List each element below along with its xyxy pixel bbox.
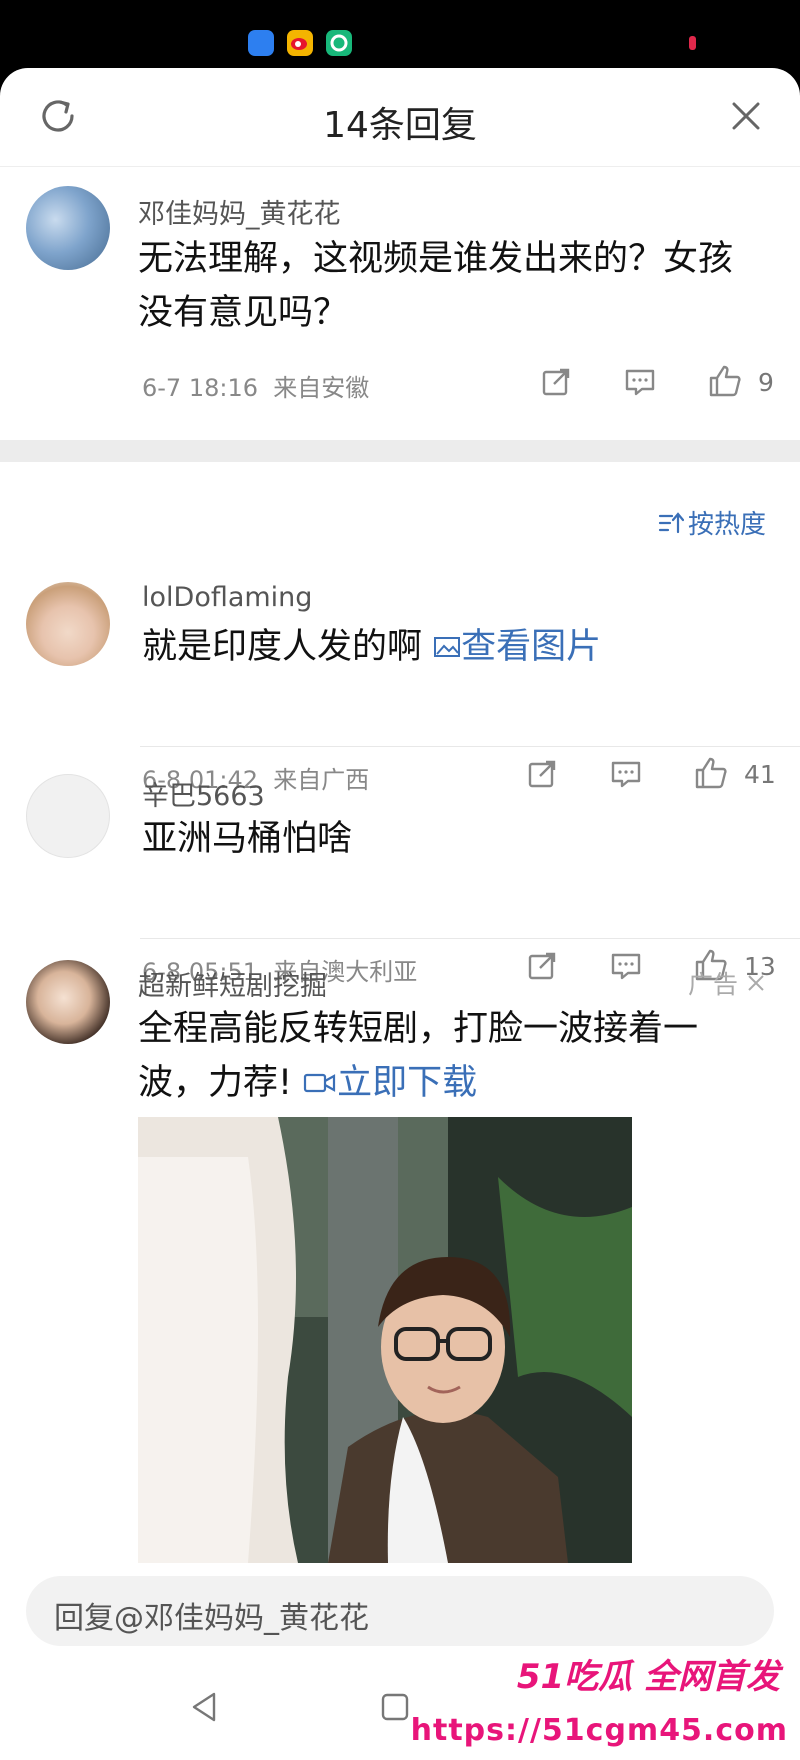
ad-video-thumbnail[interactable] bbox=[138, 1117, 632, 1563]
avatar[interactable] bbox=[26, 774, 110, 858]
close-icon[interactable] bbox=[726, 96, 766, 136]
reply-icon[interactable] bbox=[610, 950, 642, 982]
sort-label: 按热度 bbox=[687, 510, 766, 540]
divider bbox=[140, 746, 800, 747]
reply-location: 来自广西 bbox=[273, 766, 370, 794]
download-link[interactable]: 立即下载 bbox=[303, 1063, 477, 1103]
comment-meta: 6-7 18:16 来自安徽 bbox=[142, 368, 369, 403]
avatar[interactable] bbox=[26, 186, 110, 270]
app-icon-weibo bbox=[287, 30, 313, 56]
close-icon[interactable] bbox=[746, 973, 766, 993]
reply-input[interactable]: 回复@邓佳妈妈_黄花花 bbox=[26, 1576, 774, 1646]
avatar[interactable] bbox=[26, 582, 110, 666]
status-bar bbox=[0, 0, 800, 70]
view-image-link[interactable]: 查看图片 bbox=[433, 627, 601, 667]
watermark-title: 51吃瓜 全网首发 bbox=[516, 1657, 780, 1697]
reply-content: 就是印度人发的啊 bbox=[142, 627, 423, 667]
download-label: 立即下载 bbox=[337, 1063, 478, 1103]
comment-text: 无法理解，这视频是谁发出来的？女孩没有意见吗？ bbox=[138, 239, 734, 333]
app-icon-files bbox=[248, 30, 274, 56]
reply-username[interactable]: 辛巴5663 bbox=[142, 774, 265, 813]
comment-date: 6-7 18:16 bbox=[142, 374, 258, 402]
reply-input-placeholder: 回复@邓佳妈妈_黄花花 bbox=[54, 1601, 369, 1636]
reply-text: 亚洲马桶怕啥 bbox=[142, 819, 353, 859]
app-icon-circle bbox=[326, 30, 352, 56]
share-icon[interactable] bbox=[526, 950, 558, 982]
ad-tag[interactable]: 广告 bbox=[688, 965, 766, 1001]
system-navigation-bar: 51吃瓜 全网首发 https://51cgm45.com bbox=[0, 1657, 800, 1760]
video-icon bbox=[304, 1073, 336, 1093]
share-icon[interactable] bbox=[526, 758, 558, 790]
page-title: 14条回复 bbox=[323, 105, 477, 146]
comment-location: 来自安徽 bbox=[273, 374, 370, 402]
like-icon[interactable] bbox=[708, 364, 742, 398]
sort-by-hot-button[interactable]: 按热度 bbox=[658, 504, 766, 541]
ad-label: 广告 bbox=[687, 970, 738, 999]
like-icon[interactable] bbox=[694, 756, 728, 790]
home-icon[interactable] bbox=[378, 1690, 412, 1724]
reply-text: 就是印度人发的啊 查看图片 bbox=[142, 620, 601, 674]
reply-icon[interactable] bbox=[610, 758, 642, 790]
watermark-url: https://51cgm45.com bbox=[410, 1713, 788, 1748]
back-icon[interactable] bbox=[188, 1690, 222, 1724]
like-count: 41 bbox=[744, 760, 776, 789]
share-icon[interactable] bbox=[540, 366, 572, 398]
divider bbox=[140, 938, 800, 939]
image-icon bbox=[434, 637, 461, 657]
comment-username[interactable]: 邓佳妈妈_黄花花 bbox=[138, 192, 341, 231]
replies-sheet: 14条回复 邓佳妈妈_黄花花 无法理解，这视频是谁发出来的？女孩没有意见吗？ 6… bbox=[0, 68, 800, 1760]
reply-username[interactable]: lolDoflaming bbox=[142, 582, 312, 613]
sort-icon bbox=[658, 511, 684, 533]
ad-text: 全程高能反转短剧，打脸一波接着一波，力荐! 立即下载 bbox=[138, 1002, 758, 1110]
view-image-label: 查看图片 bbox=[461, 627, 602, 667]
avatar[interactable] bbox=[26, 960, 110, 1044]
reply-icon[interactable] bbox=[624, 366, 656, 398]
recording-indicator bbox=[689, 36, 696, 50]
sheet-header: 14条回复 bbox=[0, 68, 800, 167]
like-count: 9 bbox=[758, 368, 774, 397]
ad-username[interactable]: 超新鲜短剧挖掘 bbox=[138, 964, 327, 1003]
section-divider bbox=[0, 440, 800, 462]
